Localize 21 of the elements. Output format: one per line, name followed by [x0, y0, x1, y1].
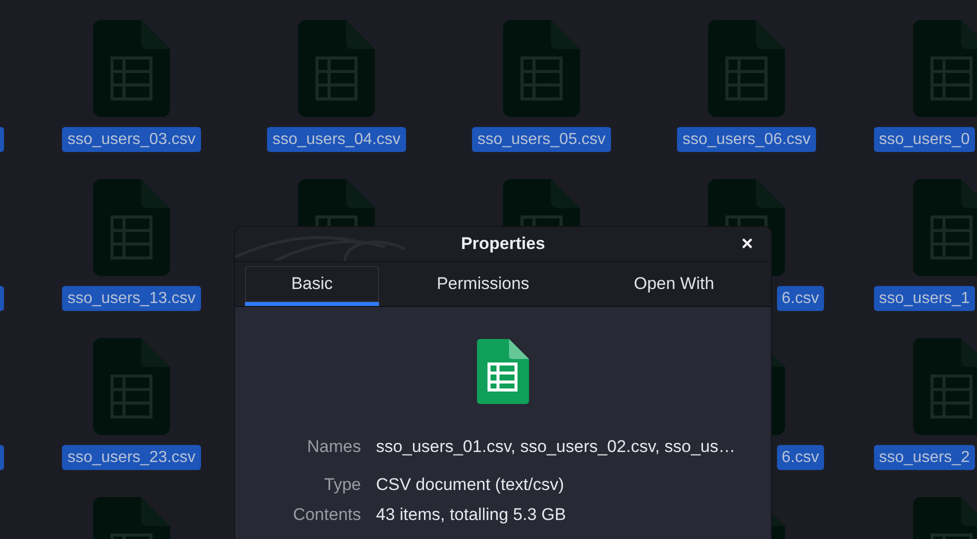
file-name-label[interactable]: 6.csv — [776, 445, 824, 470]
tab[interactable]: Basic — [245, 266, 379, 306]
file-name-label[interactable]: sso_users_05.csv — [472, 127, 611, 152]
file-name-label[interactable]: sso_users_1 — [874, 286, 975, 311]
dialog-title: Properties — [460, 234, 546, 254]
file-name-label[interactable]: sso_users_23.csv — [62, 445, 201, 470]
file-name-label[interactable]: sso_users_13.csv — [62, 286, 201, 311]
file-name-label[interactable]: sso_users_04.csv — [267, 127, 406, 152]
field-label: Contents — [292, 504, 361, 526]
tab[interactable]: Permissions — [379, 266, 587, 306]
field-value: 43 items, totalling 5.3 GB — [376, 504, 567, 526]
field-value: CSV document (text/csv) — [376, 474, 566, 496]
field-value: sso_users_01.csv, sso_users_02.csv, sso_us… — [376, 436, 736, 458]
file-name-label[interactable]: sso_users_06.csv — [677, 127, 816, 152]
file-name-label[interactable]: sso_users_03.csv — [62, 127, 201, 152]
file-name-label[interactable]: sso_users_2 — [874, 445, 975, 470]
field-label: Type — [323, 474, 361, 496]
field-label: Names — [306, 436, 361, 458]
file-name-label[interactable]: 6.csv — [776, 286, 824, 311]
tab[interactable]: Open With — [587, 266, 761, 306]
file-name-label[interactable]: sso_users_0 — [874, 127, 975, 152]
